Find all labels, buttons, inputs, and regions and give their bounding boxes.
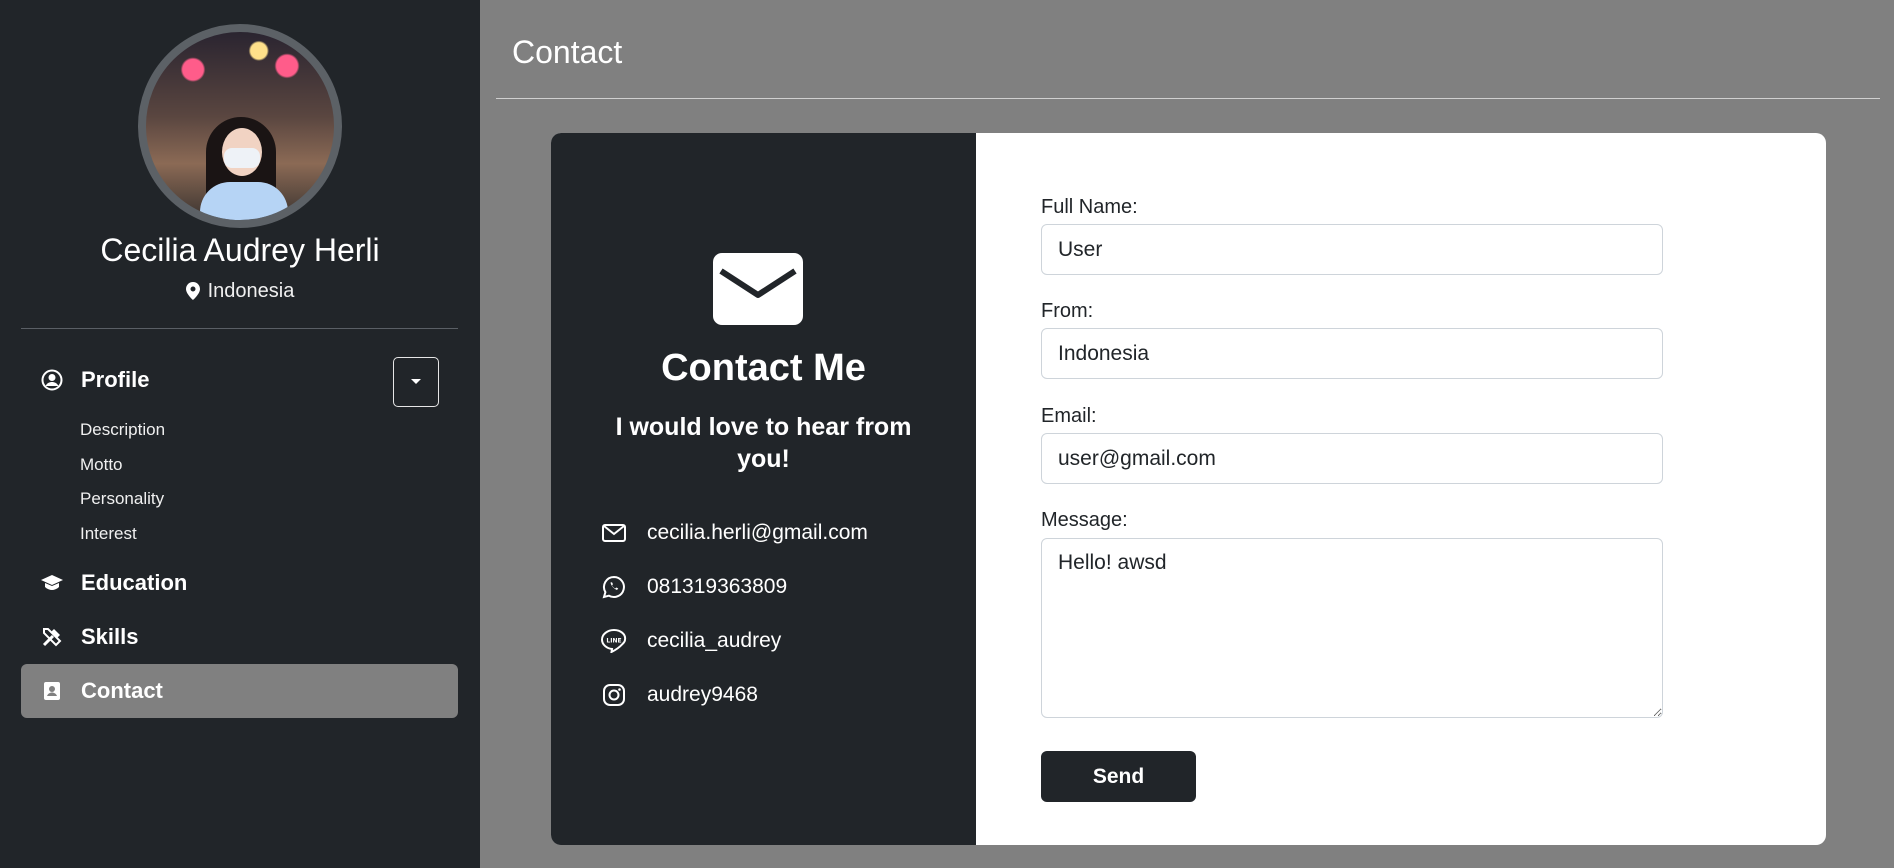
contact-email[interactable]: cecilia.herli@gmail.com [647,521,868,545]
whatsapp-icon [601,574,627,600]
caret-down-icon [411,379,421,384]
sidebar-subitem-interest[interactable]: Interest [80,524,137,544]
svg-text:LINE: LINE [606,638,621,645]
from-label: From: [1041,300,1094,322]
envelope-icon [713,253,803,325]
sidebar-subitem-personality[interactable]: Personality [80,489,164,509]
tools-icon [41,626,63,648]
contact-info-panel: Contact Me I would love to hear from you… [551,133,976,845]
sidebar-item-skills[interactable]: Skills [21,610,458,664]
graduation-cap-icon [41,572,63,594]
page-title: Contact [512,34,623,70]
contact-whatsapp[interactable]: 081319363809 [647,575,787,599]
sidebar: Cecilia Audrey Herli Indonesia Profile D… [0,0,480,868]
address-card-icon [41,680,63,702]
sidebar-item-label: Contact [81,678,163,703]
sidebar-item-label: Education [81,570,188,595]
sidebar-item-contact[interactable]: Contact [21,664,458,718]
contact-whatsapp-row: 081319363809 [601,573,787,601]
send-button[interactable]: Send [1041,751,1196,802]
sidebar-item-education[interactable]: Education [21,556,458,610]
full-name-input[interactable] [1041,224,1663,275]
page-title-divider [496,98,1880,99]
contact-email-row: cecilia.herli@gmail.com [601,519,868,547]
sidebar-item-label: Skills [81,624,139,649]
message-textarea[interactable]: Hello! awsd [1041,538,1663,718]
sidebar-divider [21,328,458,329]
message-label: Message: [1041,509,1128,531]
contact-heading: Contact Me [661,347,866,389]
profile-location: Indonesia [0,280,480,303]
sidebar-subitem-motto[interactable]: Motto [80,455,123,475]
profile-dropdown-toggle[interactable] [393,357,439,407]
contact-line[interactable]: cecilia_audrey [647,629,781,653]
sidebar-subitem-description[interactable]: Description [80,420,165,440]
from-input[interactable] [1041,328,1663,379]
line-icon: LINE [601,628,627,654]
map-pin-icon [185,282,200,300]
envelope-icon [601,520,627,546]
user-circle-icon [41,369,63,391]
contact-instagram-row: audrey9468 [601,681,758,709]
contact-line-row: LINE cecilia_audrey [601,627,781,655]
full-name-label: Full Name: [1041,196,1138,218]
contact-instagram[interactable]: audrey9468 [647,683,758,707]
instagram-icon [601,682,627,708]
email-input[interactable] [1041,433,1663,484]
profile-avatar [138,24,342,228]
profile-name: Cecilia Audrey Herli [100,232,380,268]
sidebar-item-label: Profile [81,367,150,392]
contact-subheading: I would love to hear from you! [615,413,912,473]
location-text: Indonesia [207,280,295,302]
email-label: Email: [1041,405,1097,427]
contact-card: Contact Me I would love to hear from you… [551,133,1826,845]
